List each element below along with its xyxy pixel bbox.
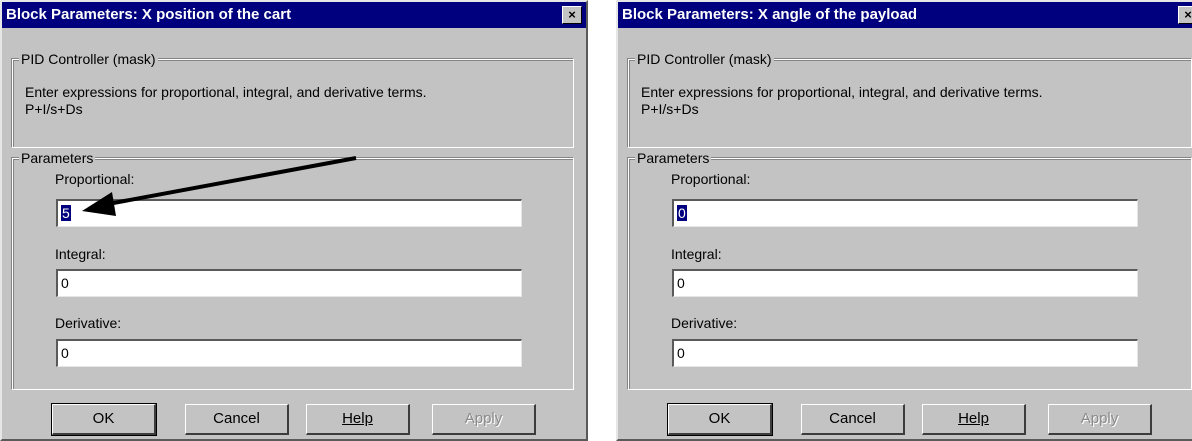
proportional-label: Proportional: [55, 171, 135, 187]
mask-description: Enter expressions for proportional, inte… [25, 84, 427, 118]
dialog-titlebar[interactable]: Block Parameters: X position of the cart… [2, 2, 586, 28]
derivative-value: 0 [61, 345, 69, 361]
integral-value: 0 [677, 275, 685, 291]
integral-label: Integral: [55, 246, 106, 262]
mask-description: Enter expressions for proportional, inte… [641, 84, 1043, 118]
derivative-label: Derivative: [671, 315, 738, 331]
apply-button[interactable]: Apply [432, 404, 536, 435]
group-label: Parameters [19, 149, 96, 167]
cancel-button[interactable]: Cancel [185, 404, 289, 435]
proportional-field[interactable]: 5 [56, 199, 522, 227]
proportional-value: 0 [677, 205, 687, 221]
description-text: Enter expressions for proportional, inte… [641, 84, 1043, 100]
integral-label: Integral: [671, 246, 722, 262]
parameters-group: Parameters Proportional: 0 Integral: 0 D… [628, 149, 1192, 390]
block-parameters-dialog-cart: Block Parameters: X position of the cart… [0, 0, 588, 441]
block-parameters-dialog-payload: Block Parameters: X angle of the payload… [616, 0, 1192, 441]
close-icon[interactable]: × [1178, 6, 1192, 24]
cancel-button[interactable]: Cancel [801, 404, 905, 435]
integral-field[interactable]: 0 [672, 269, 1138, 297]
parameters-group: Parameters Proportional: 5 Integral: 0 D… [12, 149, 574, 390]
proportional-value: 5 [61, 205, 71, 221]
pid-controller-mask-group: PID Controller (mask) Enter expressions … [12, 50, 574, 148]
integral-field[interactable]: 0 [56, 269, 522, 297]
pid-controller-mask-group: PID Controller (mask) Enter expressions … [628, 50, 1192, 148]
apply-button[interactable]: Apply [1048, 404, 1152, 435]
ok-button[interactable]: OK [667, 403, 773, 436]
group-label: PID Controller (mask) [635, 50, 774, 68]
group-label: PID Controller (mask) [19, 50, 158, 68]
formula-text: P+I/s+Ds [25, 101, 83, 117]
derivative-label: Derivative: [55, 315, 122, 331]
derivative-field[interactable]: 0 [672, 339, 1138, 367]
description-text: Enter expressions for proportional, inte… [25, 84, 427, 100]
proportional-field[interactable]: 0 [672, 199, 1138, 227]
dialog-title: Block Parameters: X position of the cart [6, 6, 292, 23]
derivative-value: 0 [677, 345, 685, 361]
formula-text: P+I/s+Ds [641, 101, 699, 117]
dialog-title: Block Parameters: X angle of the payload [622, 6, 918, 23]
help-button[interactable]: Help [922, 404, 1026, 435]
derivative-field[interactable]: 0 [56, 339, 522, 367]
dialog-titlebar[interactable]: Block Parameters: X angle of the payload… [618, 2, 1192, 28]
proportional-label: Proportional: [671, 171, 751, 187]
close-icon[interactable]: × [562, 6, 582, 24]
integral-value: 0 [61, 275, 69, 291]
group-label: Parameters [635, 149, 712, 167]
ok-button[interactable]: OK [51, 403, 157, 436]
help-button[interactable]: Help [306, 404, 410, 435]
